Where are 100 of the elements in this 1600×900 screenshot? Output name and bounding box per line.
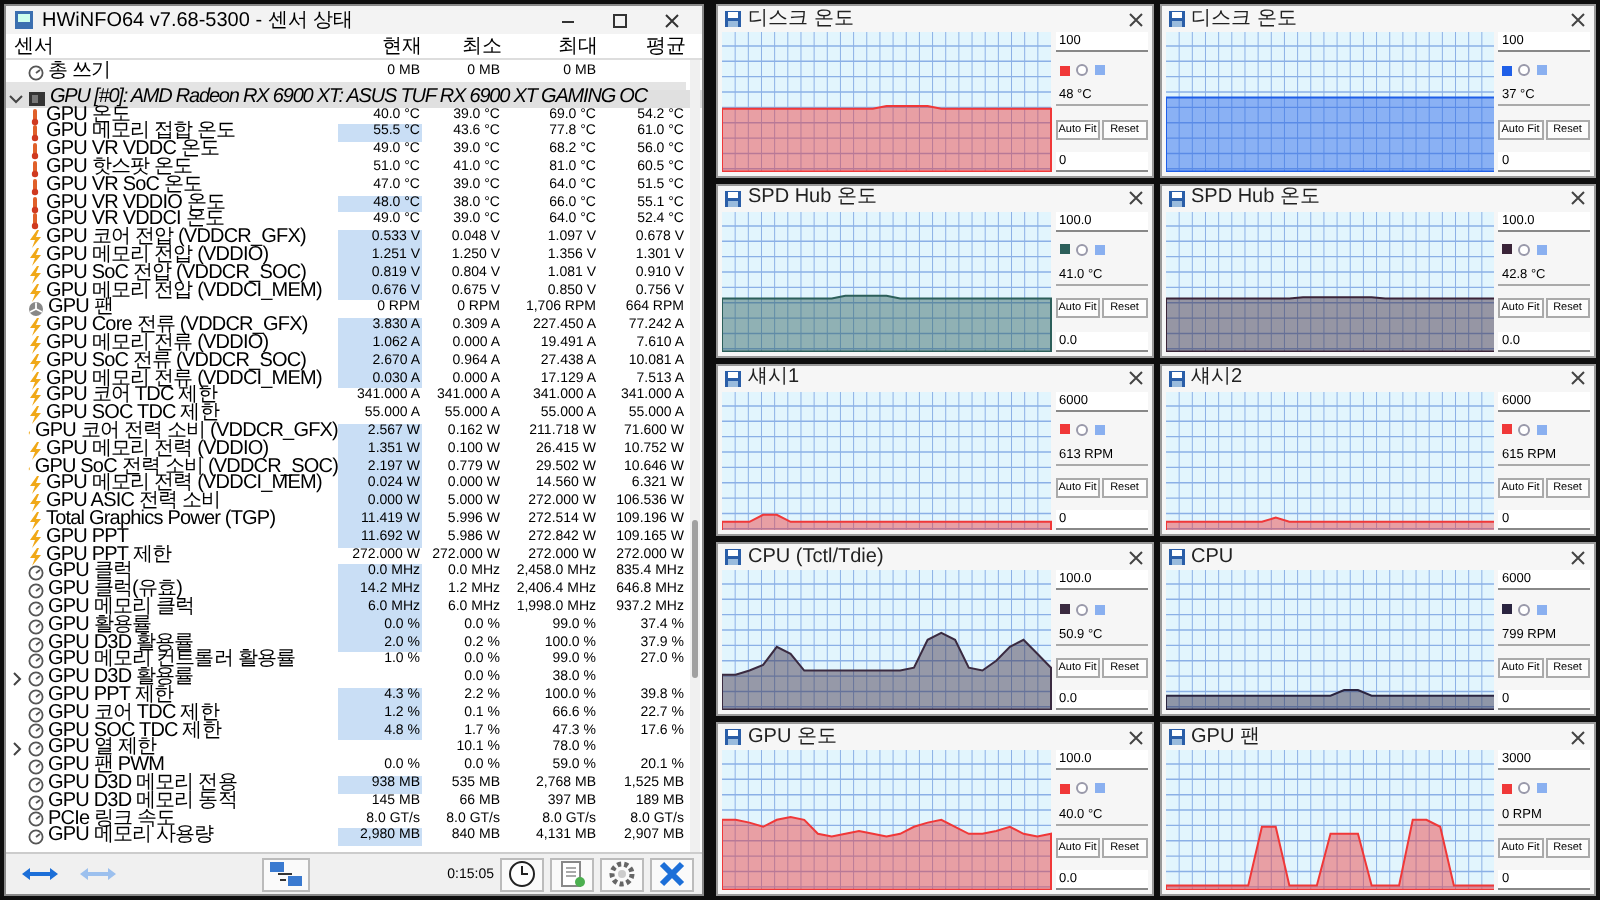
save-icon	[1167, 10, 1185, 28]
square-icon	[1093, 423, 1105, 436]
close-button[interactable]	[1125, 188, 1145, 209]
window-title: 디스크 온도	[1191, 7, 1299, 31]
close-button[interactable]	[1125, 9, 1145, 29]
circle-icon	[1075, 64, 1087, 77]
save-icon	[724, 10, 742, 28]
settings-icon	[606, 860, 639, 888]
square-icon	[1093, 243, 1105, 256]
window-title: CPU (Tctl/Tdie)	[748, 545, 886, 570]
sensor-name: GPU 팬 PWM	[48, 758, 165, 776]
sensor-name: GPU D3D 메모리 전용	[48, 775, 237, 794]
close-button[interactable]	[1568, 727, 1588, 748]
close-button[interactable]	[1125, 368, 1145, 389]
window-title: GPU 팬	[1191, 725, 1262, 750]
circle-icon	[1518, 64, 1530, 77]
network-button[interactable]	[261, 857, 310, 891]
maximize-icon	[610, 11, 630, 29]
save-icon	[1167, 728, 1185, 747]
window-title: SPD Hub 온도	[748, 186, 879, 211]
square-icon	[1536, 243, 1548, 256]
circle-icon	[1075, 782, 1087, 795]
color-swatch[interactable]	[1059, 65, 1069, 76]
sensor-name: GPU 핫스팟 온도	[46, 160, 193, 178]
save-icon	[1167, 369, 1185, 388]
sensor-name: GPU 메모리 클럭	[48, 600, 195, 618]
close-button[interactable]	[1125, 547, 1145, 568]
circle-icon	[1518, 423, 1530, 436]
square-icon	[1536, 64, 1548, 77]
column-header[interactable]: 센서	[6, 35, 338, 57]
save-icon	[1167, 189, 1185, 208]
close-icon	[1568, 9, 1588, 29]
sensor-name: GPU 팬	[48, 300, 113, 319]
close-icon	[1125, 368, 1145, 389]
color-swatch[interactable]	[1059, 424, 1069, 435]
sensor-name: GPU D3D 활용률	[48, 670, 194, 688]
close-icon	[1125, 727, 1145, 748]
sensor-name: GPU 메모리 전력 (VDDIO)	[46, 441, 269, 460]
close-icon	[662, 11, 682, 29]
window-title: 섀시1	[748, 366, 802, 391]
close-button[interactable]	[1568, 368, 1588, 389]
save-icon	[724, 369, 742, 388]
color-swatch[interactable]	[1059, 244, 1069, 255]
scrollbar[interactable]	[690, 60, 700, 852]
window-title: CPU	[1191, 545, 1236, 570]
color-swatch[interactable]	[1059, 604, 1069, 615]
sensor-name: 총 쓰기	[48, 64, 111, 82]
circle-icon	[1518, 243, 1530, 256]
color-swatch[interactable]	[1059, 783, 1069, 794]
color-swatch[interactable]	[1502, 65, 1512, 76]
sensor-name: GPU VR VDDIO 온도	[46, 195, 226, 213]
close-icon	[1568, 547, 1588, 568]
sensor-name: GPU SoC 전압 (VDDCR_SOC)	[46, 265, 307, 284]
app-icon	[14, 10, 34, 30]
window-title: HWiNFO64 v7.68-5300 - 센서 상태	[42, 7, 356, 33]
chevron-icon[interactable]	[8, 89, 24, 108]
save-icon	[724, 189, 742, 208]
circle-icon	[1075, 603, 1087, 616]
window-title: 섀시2	[1191, 366, 1245, 391]
sensor-name: GPU 온도	[46, 107, 131, 125]
settings-button[interactable]	[600, 857, 645, 891]
sensor-name: GPU 메모리 사용량	[48, 828, 214, 847]
document-icon	[556, 860, 589, 888]
color-swatch[interactable]	[1502, 783, 1512, 794]
close-button[interactable]	[1125, 727, 1145, 748]
gauge-icon	[28, 64, 44, 82]
sensor-name: GPU VR SoC 온도	[46, 177, 203, 196]
sensor-name: GPU SoC 전류 (VDDCR_SOC)	[46, 353, 307, 372]
circle-icon	[1075, 243, 1087, 256]
sensor-name: GPU 메모리 전압 (VDDCI_MEM)	[46, 283, 322, 301]
network-icon	[267, 860, 304, 888]
close-icon	[1125, 9, 1145, 29]
chevron-icon[interactable]	[8, 670, 24, 689]
sensor-name: GPU PPT 제한	[48, 687, 173, 706]
column-header[interactable]: 최소	[422, 35, 502, 57]
sensor-name: GPU PPT	[46, 529, 129, 548]
close-button[interactable]	[1568, 188, 1588, 209]
fan-icon	[28, 300, 44, 319]
sensor-name: PCIe 링크 속도	[48, 811, 176, 829]
close-icon	[1125, 547, 1145, 568]
close-button[interactable]	[1568, 547, 1588, 568]
column-header[interactable]: 평균	[598, 35, 686, 57]
square-icon	[1093, 603, 1105, 616]
color-swatch[interactable]	[1502, 244, 1512, 255]
chevron-icon[interactable]	[8, 740, 24, 759]
square-icon	[1093, 782, 1105, 795]
square-icon	[1536, 423, 1548, 436]
color-swatch[interactable]	[1502, 604, 1512, 615]
close-icon	[1568, 368, 1588, 389]
clock-button[interactable]	[500, 857, 545, 891]
sensor-name: Total Graphics Power (TGP)	[46, 512, 276, 530]
save-icon	[724, 548, 742, 567]
sensor-name: GPU 메모리 전압 (VDDIO)	[46, 248, 269, 266]
column-header[interactable]: 최대	[502, 35, 598, 57]
column-header[interactable]: 현재	[338, 35, 422, 57]
color-swatch[interactable]	[1502, 424, 1512, 435]
save-icon	[1167, 548, 1185, 567]
save-icon	[724, 728, 742, 747]
close-button[interactable]	[1568, 9, 1588, 29]
circle-icon	[1518, 782, 1530, 795]
